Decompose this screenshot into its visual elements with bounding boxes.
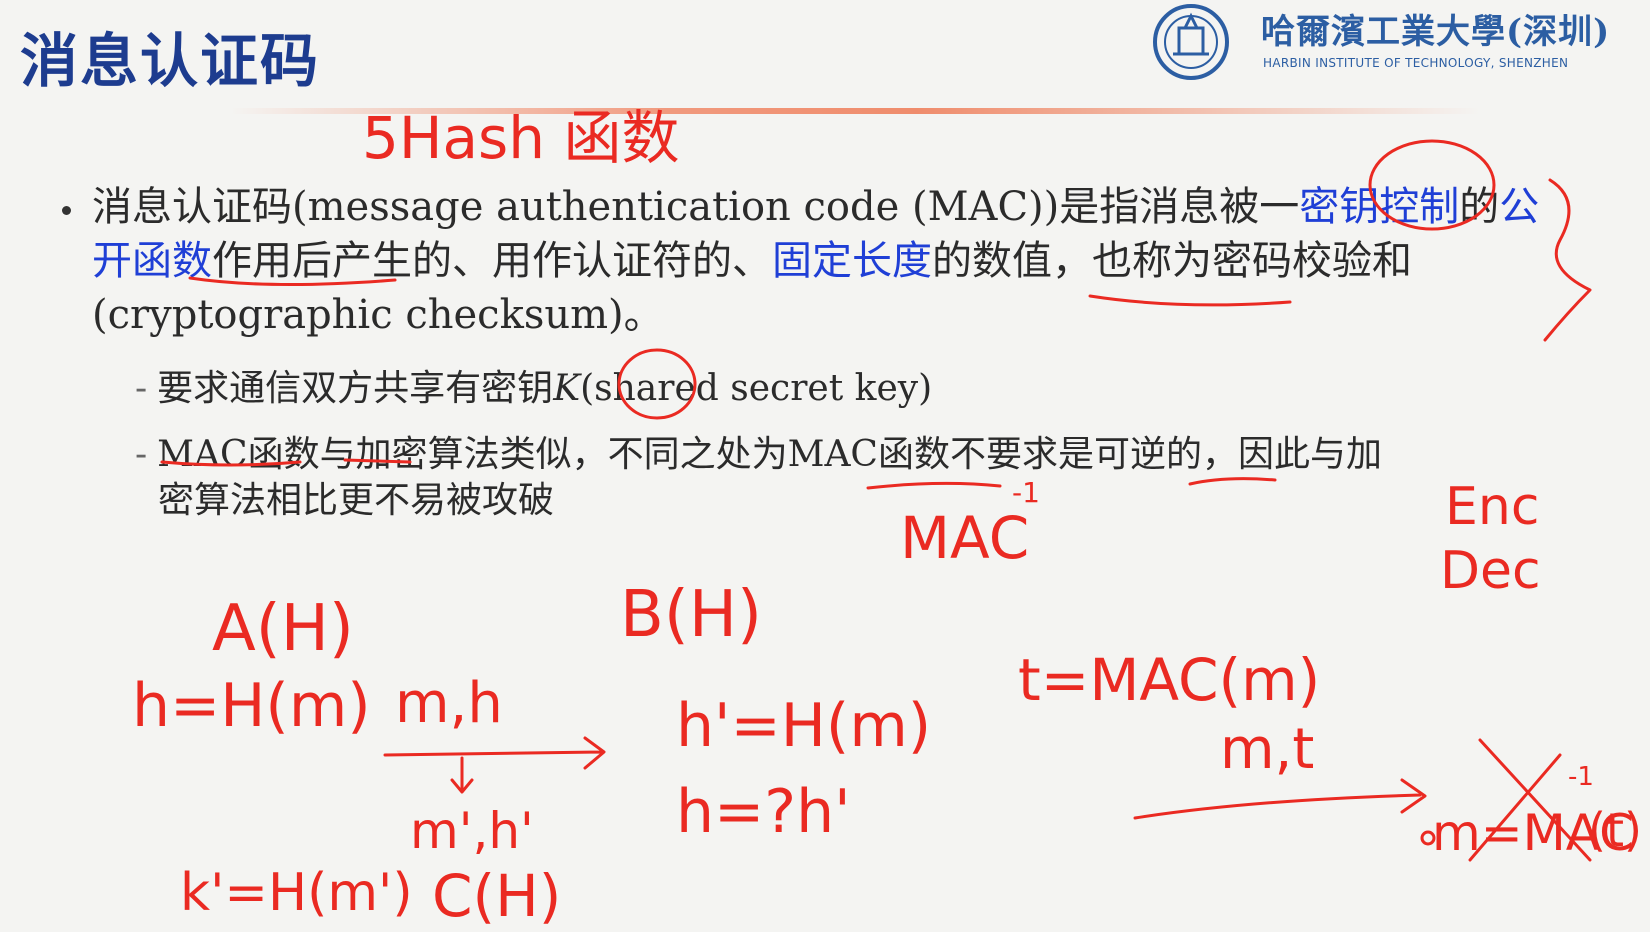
underline-mac-function	[160, 458, 412, 467]
annotation-inverse-sup-2: -1	[1568, 762, 1594, 792]
underline-fixed-length	[1088, 294, 1292, 307]
annotation-party-b: B(H)	[620, 578, 762, 652]
circle-key-mark	[1368, 139, 1496, 231]
arrow-mac-send	[1133, 778, 1427, 820]
annotation-enc: Enc	[1445, 477, 1539, 537]
annotation-t-eq: t=MAC(m)	[1018, 646, 1320, 714]
arrow-down-tamper	[450, 756, 474, 794]
annotation-h-eq: h=H(m)	[132, 671, 371, 741]
annotation-mac-inv-arg: (t)	[1588, 803, 1642, 857]
arrow-a-to-b	[383, 736, 606, 770]
annotation-mac: MAC	[900, 504, 1029, 572]
annotation-k-eq: k'=H(m')	[180, 863, 413, 923]
annotation-m-h-prime: m',h'	[410, 802, 534, 860]
annotation-h-check: h=?h'	[676, 777, 851, 847]
annotation-h-prime-eq: h'=H(m)	[676, 691, 931, 761]
underline-public-function	[188, 276, 397, 287]
circle-key-symbol	[617, 348, 697, 420]
underline-mac-irreversible	[866, 477, 1277, 490]
annotation-m-t: m,t	[1220, 717, 1314, 782]
bracket-mark	[1543, 178, 1592, 342]
annotation-dec: Dec	[1440, 541, 1541, 601]
annotation-party-c: C(H)	[432, 862, 561, 930]
handwritten-annotations: 5Hash 函数 MAC -1 Enc Dec A(H) B(H) h=H(m)…	[132, 104, 1642, 930]
annotation-hash-note: 5Hash 函数	[362, 104, 679, 172]
annotation-m-h: m,h	[395, 671, 503, 736]
annotation-inverse-sup: -1	[1012, 476, 1040, 509]
slide: 消息认证码 哈爾濱工業大學(深圳) HARBIN INSTITUTE OF TE…	[0, 0, 1650, 932]
annotation-party-a: A(H)	[212, 592, 354, 666]
